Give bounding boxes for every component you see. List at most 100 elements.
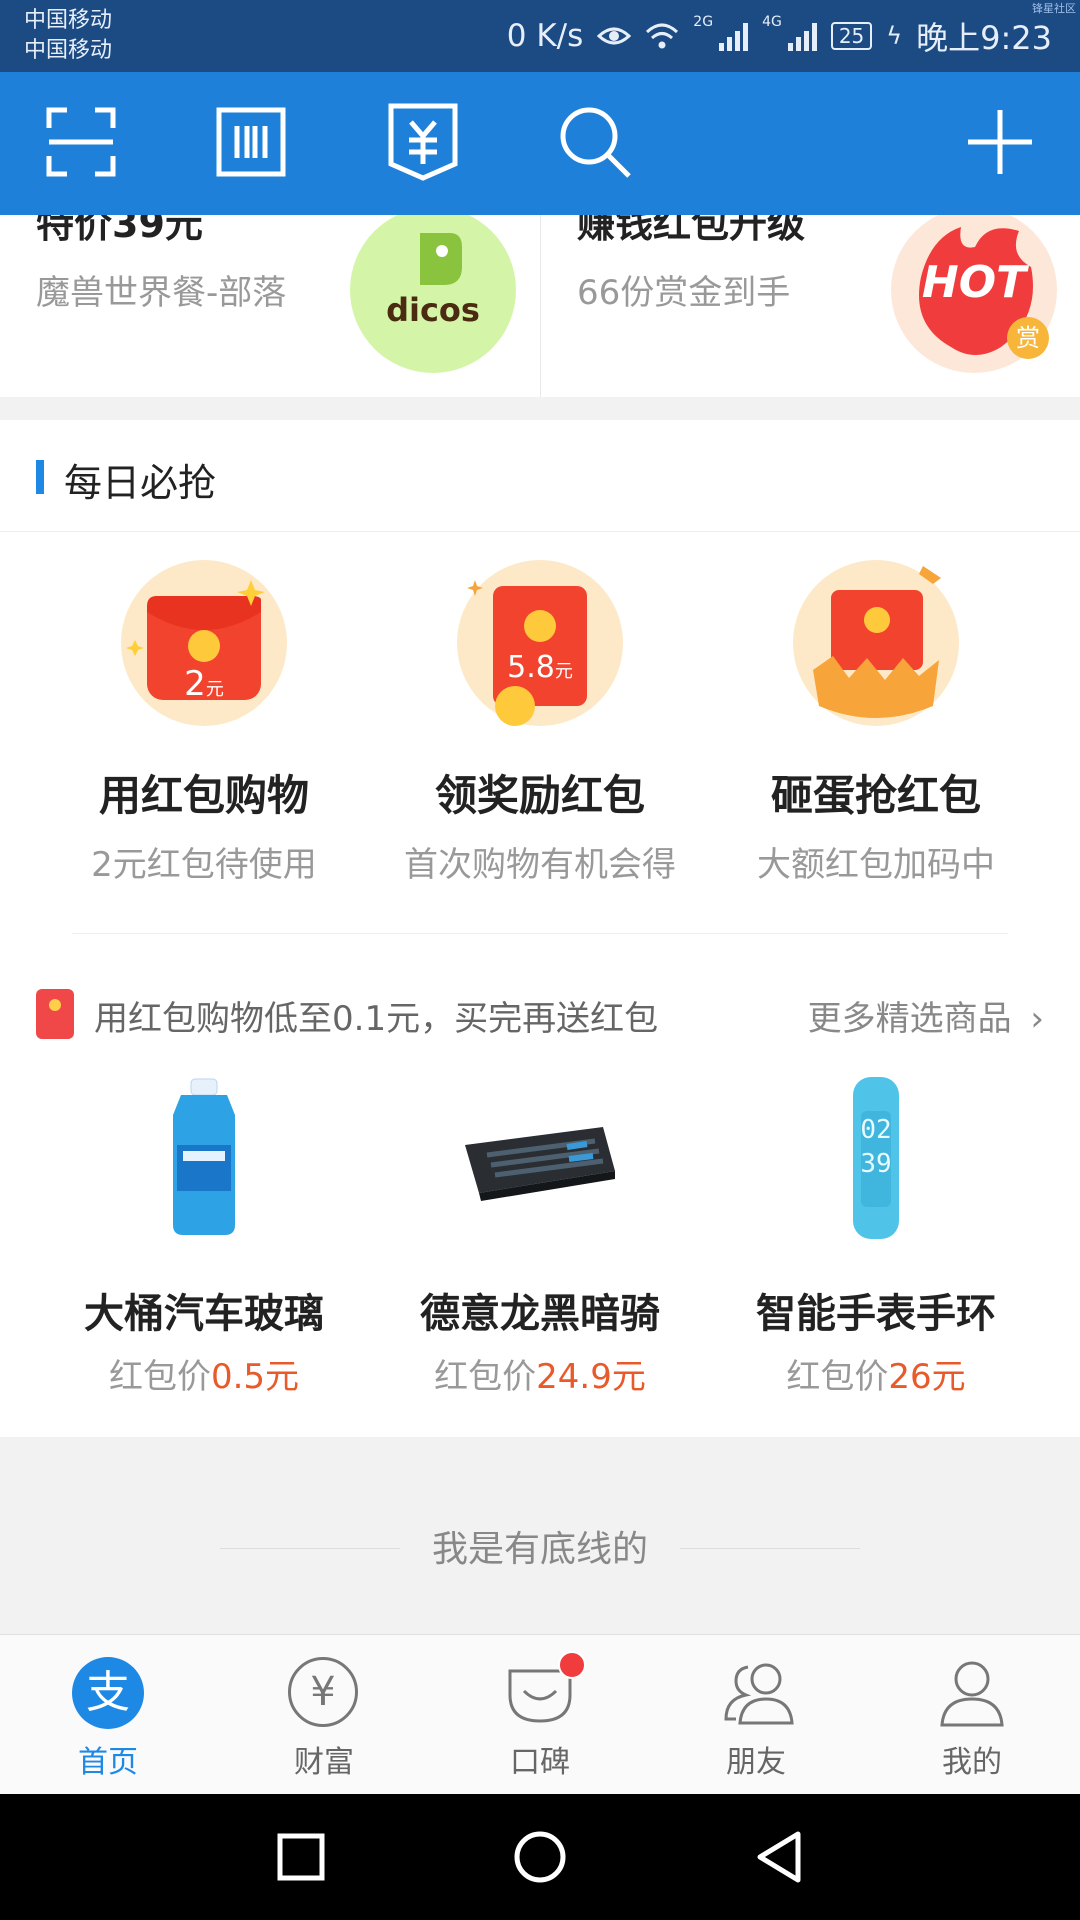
status-right: 0 K/s 2G 4G 25 ϟ 晚上9:23 [507,14,1052,58]
status-bar: 中国移动 中国移动 0 K/s 2G 4G 25 ϟ 晚上9:23 锋星社区 [0,0,1080,72]
promo-title: 特价39元 [36,215,203,246]
carrier-2: 中国移动 [24,38,113,63]
scan-icon [46,107,116,177]
tab-friends[interactable]: 朋友 [648,1635,864,1795]
search-button[interactable] [555,102,635,182]
product-title: 智能手表手环 [756,1291,996,1337]
tab-wealth[interactable]: ¥ 财富 [216,1635,432,1795]
keyboard-icon [465,1127,615,1201]
promo-subtitle: 魔兽世界餐-部落 [36,273,287,313]
barcode-icon [216,107,286,177]
pay-code-button[interactable] [211,102,291,182]
daily-deals-section: 每日必抢 2元 用红包购物 2元红包待使用 5.8元 领奖励红包 首次购物有机会… [0,420,1080,1437]
hot-text: HOT [921,257,1027,308]
tab-label: 口碑 [510,1745,570,1780]
clock: 晚上9:23 [916,19,1052,57]
system-nav-bar [0,1794,1080,1920]
card-button[interactable] [383,102,463,182]
tab-label: 朋友 [726,1745,786,1780]
bottom-tab-bar: 支 首页 ¥ 财富 口碑 朋友 我的 [0,1634,1080,1794]
section-header: 每日必抢 [0,420,1080,532]
wifi-icon [646,23,679,49]
red-packet-shopping-banner[interactable]: 用红包购物低至0.1元，买完再送红包 更多精选商品 › [0,957,1080,1077]
battery-level: 25 [830,22,873,50]
back-icon[interactable] [746,1824,812,1890]
bottle-icon [173,1078,235,1235]
top-toolbar [0,72,1080,215]
more-products-link[interactable]: 更多精选商品 › [808,991,1044,1040]
pay-card-icon [388,103,458,181]
deal-item-smash-egg[interactable]: 砸蛋抢红包 大额红包加码中 [708,560,1044,886]
deal-subtitle: 大额红包加码中 [757,845,995,885]
banner-text: 用红包购物低至0.1元，买完再送红包 [94,999,659,1039]
end-of-list-text: 我是有底线的 [0,1520,1080,1572]
alipay-home-icon: 支 [72,1657,144,1729]
product-title: 大桶汽车玻璃 [84,1291,324,1337]
tab-label: 我的 [942,1745,1002,1780]
add-button[interactable] [960,102,1040,182]
packet-amount: 2元 [184,664,224,704]
promo-title: 赚钱红包升级 [577,215,806,246]
promo-subtitle: 66份赏金到手 [577,273,791,313]
dicos-logo-text: dicos [386,291,480,329]
deal-item-reward-packet[interactable]: 5.8元 领奖励红包 首次购物有机会得 [372,560,708,886]
tab-label: 首页 [78,1745,138,1780]
product-price: 红包价24.9元 [434,1357,646,1397]
product-price: 红包价0.5元 [108,1357,300,1397]
smash-egg-icon [793,560,959,726]
smash-egg-graphic [813,566,941,718]
promo-dicos[interactable]: 特价39元 魔兽世界餐-部落 dicos [0,215,540,397]
carrier-1: 中国移动 [24,8,113,33]
signal-icon [719,21,749,51]
home-icon[interactable] [507,1824,573,1890]
network-speed: 0 K/s [506,18,584,54]
band-display: 02 39 [860,1115,892,1179]
divider [72,933,1008,934]
reward-packet-icon: 5.8元 [457,560,623,726]
eye-icon [597,27,632,45]
product-title: 德意龙黑暗骑 [420,1291,660,1337]
product-price: 红包价26元 [786,1357,966,1397]
friends-icon [720,1657,794,1729]
dicos-logo: dicos [350,215,516,373]
koubei-icon [504,1651,586,1729]
add-icon [968,110,1032,174]
promo-row: 特价39元 魔兽世界餐-部落 dicos 赚钱红包升级 66份赏金到手 HOT … [0,215,1080,397]
deal-item-shop-with-packet[interactable]: 2元 用红包购物 2元红包待使用 [36,560,372,886]
product-item[interactable]: 02 39 智能手表手环 红包价26元 [708,1075,1044,1398]
profile-icon [936,1657,1008,1729]
packet-amount: 5.8元 [507,650,573,685]
reward-packet-graphic [467,580,587,726]
deal-title: 砸蛋抢红包 [770,771,981,820]
product-image-smart-band: 02 39 [793,1075,959,1241]
yen-icon: ¥ [288,1657,360,1729]
red-packet-icon [36,989,74,1039]
signal-icon-2 [787,21,817,51]
product-item[interactable]: 大桶汽车玻璃 红包价0.5元 [36,1075,372,1398]
tab-home[interactable]: 支 首页 [0,1635,216,1795]
deal-subtitle: 2元红包待使用 [91,845,317,885]
tab-mine[interactable]: 我的 [864,1635,1080,1795]
notification-dot [558,1651,586,1679]
search-icon [560,107,631,178]
recents-icon[interactable] [268,1824,334,1890]
header-accent-bar [36,460,44,494]
scan-button[interactable] [41,102,121,182]
reward-badge: 赏 [1007,317,1049,359]
deal-subtitle: 首次购物有机会得 [404,845,676,885]
hot-badge: HOT 赏 [891,215,1057,373]
charging-icon: ϟ [886,22,903,50]
tab-label: 财富 [294,1745,354,1780]
promo-bounty[interactable]: 赚钱红包升级 66份赏金到手 HOT 赏 [541,215,1080,397]
section-title: 每日必抢 [64,461,217,505]
watermark: 锋星社区 [1032,2,1076,15]
carrier-labels: 中国移动 中国移动 [24,6,112,66]
red-packet-icon: 2元 [121,560,287,726]
net-2g-label: 2G [693,14,714,30]
product-item[interactable]: 德意龙黑暗骑 红包价24.9元 [372,1075,708,1398]
net-4g-label: 4G [762,14,782,30]
deal-title: 用红包购物 [98,771,309,820]
tab-koubei[interactable]: 口碑 [432,1635,648,1795]
product-image-washer-fluid [121,1075,287,1241]
deal-title: 领奖励红包 [434,771,645,820]
